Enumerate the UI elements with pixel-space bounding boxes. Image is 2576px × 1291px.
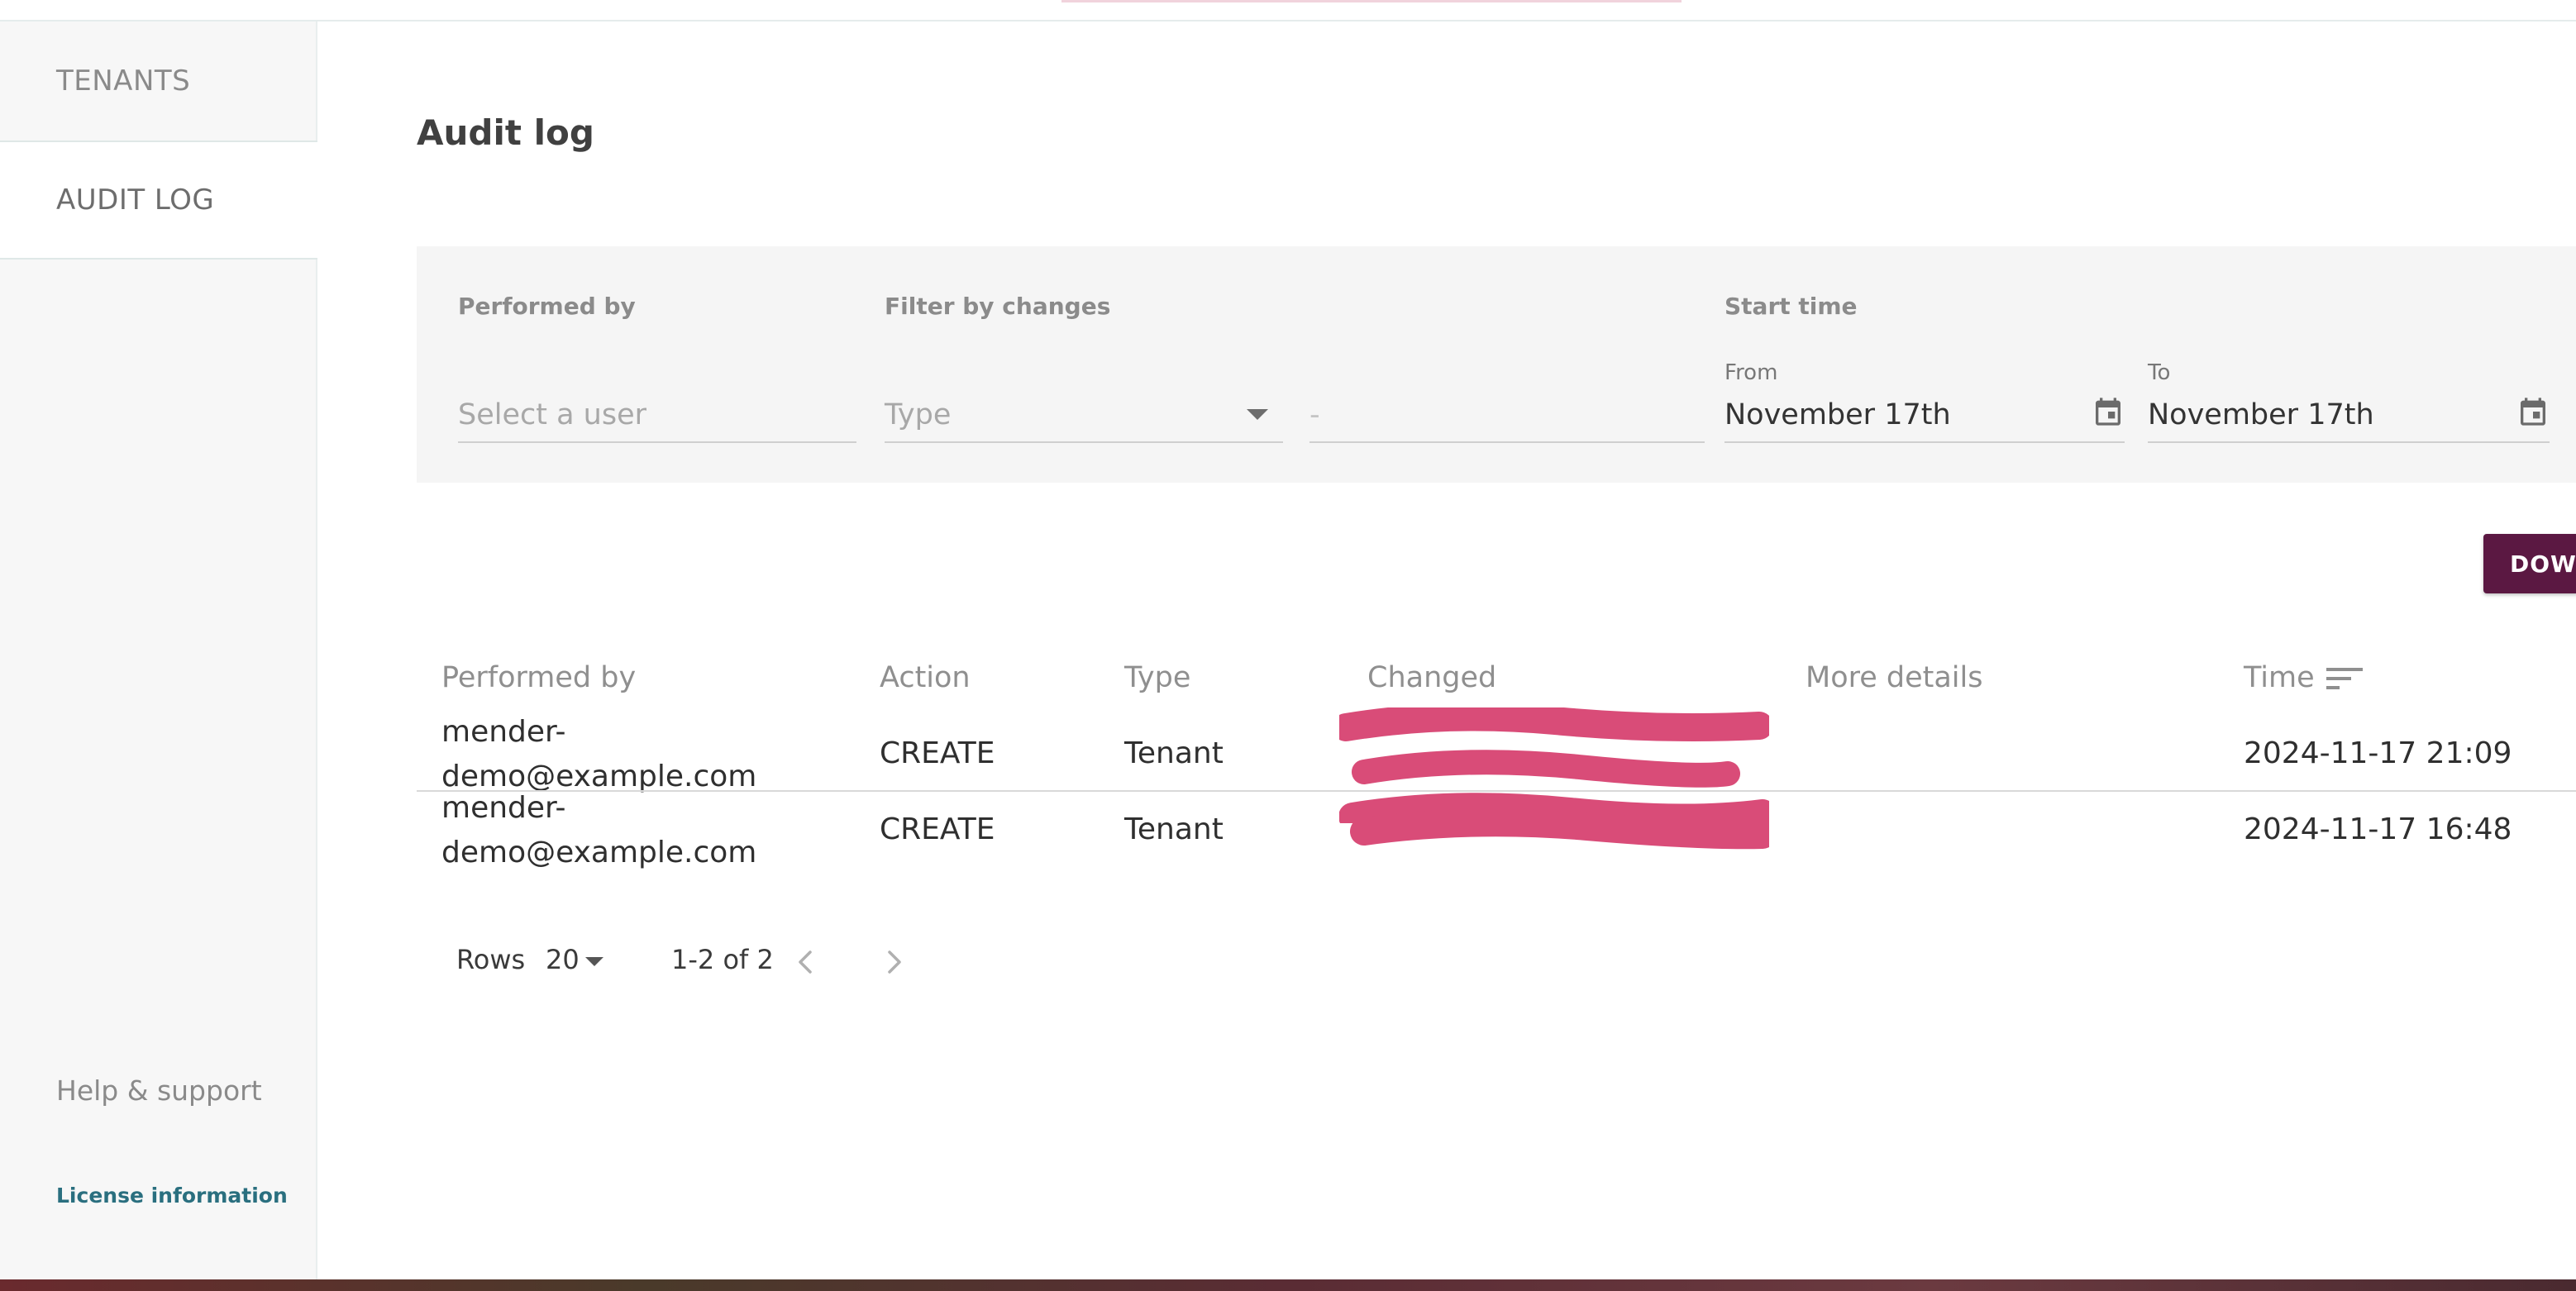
- column-header-time[interactable]: Time: [2244, 661, 2315, 694]
- chevron-right-icon[interactable]: [881, 947, 906, 977]
- from-date-value: November 17th: [1724, 398, 1951, 431]
- column-header-performed-by: Performed by: [441, 661, 637, 694]
- page-title: Audit log: [417, 112, 594, 153]
- sort-icon[interactable]: [2325, 665, 2364, 694]
- calendar-icon[interactable]: [2092, 393, 2125, 430]
- download-button-label: DOWNLOAD: [2510, 550, 2576, 578]
- pagination-range: 1-2 of 2: [671, 944, 774, 975]
- to-date-value: November 17th: [2148, 398, 2374, 431]
- column-header-type: Type: [1124, 661, 1191, 694]
- desktop-background-strip: [0, 1279, 2576, 1291]
- chevron-left-icon[interactable]: [794, 947, 818, 977]
- row-type: Tenant: [1124, 736, 1224, 770]
- chevron-down-icon: [1247, 409, 1268, 420]
- user-select-input[interactable]: Select a user: [458, 390, 856, 443]
- column-header-more-details: More details: [1806, 661, 1983, 694]
- type-select-placeholder: Type: [885, 398, 952, 431]
- download-button[interactable]: DOWNLOAD: [2483, 534, 2576, 593]
- sidebar: TENANTS AUDIT LOG Help & support License…: [0, 21, 317, 1281]
- help-support-link[interactable]: Help & support: [56, 1074, 262, 1107]
- type-select[interactable]: Type: [885, 390, 1283, 443]
- from-label: From: [1724, 360, 1778, 385]
- start-time-label: Start time: [1724, 293, 1858, 320]
- column-header-changed: Changed: [1367, 661, 1497, 694]
- change-detail-placeholder: -: [1309, 398, 1320, 431]
- license-information-link[interactable]: License information: [56, 1184, 288, 1208]
- row-time: 2024-11-17 21:09: [2244, 736, 2512, 770]
- sidebar-item-label: AUDIT LOG: [56, 183, 215, 217]
- sidebar-item-audit-log[interactable]: AUDIT LOG: [0, 141, 317, 260]
- filter-by-changes-label: Filter by changes: [885, 293, 1111, 320]
- row-action: CREATE: [880, 812, 995, 846]
- row-type: Tenant: [1124, 812, 1224, 846]
- rows-per-page-label: Rows: [456, 944, 526, 975]
- filter-panel: Performed by Filter by changes Start tim…: [417, 246, 2576, 483]
- user-select-placeholder: Select a user: [458, 398, 647, 431]
- row-user-line2: demo@example.com: [441, 836, 757, 869]
- to-date-input[interactable]: To November 17th: [2148, 360, 2550, 443]
- redaction-mark: [1350, 808, 1769, 850]
- row-user-line1: mender-: [441, 715, 566, 749]
- from-date-input[interactable]: From November 17th: [1724, 360, 2125, 443]
- calendar-icon[interactable]: [2516, 393, 2550, 430]
- performed-by-label: Performed by: [458, 293, 636, 320]
- row-user-line1: mender-: [441, 791, 566, 825]
- top-bar: [0, 0, 2576, 21]
- rows-per-page-select[interactable]: 20: [546, 944, 580, 975]
- change-detail-input[interactable]: -: [1309, 390, 1705, 443]
- to-label: To: [2148, 360, 2171, 385]
- column-header-action: Action: [880, 661, 971, 694]
- top-bar-accent: [1061, 0, 1682, 2]
- row-time: 2024-11-17 16:48: [2244, 812, 2512, 846]
- row-action: CREATE: [880, 736, 995, 770]
- sidebar-item-tenants[interactable]: TENANTS: [0, 21, 317, 141]
- chevron-down-icon[interactable]: [585, 957, 603, 966]
- sidebar-item-label: TENANTS: [56, 64, 191, 98]
